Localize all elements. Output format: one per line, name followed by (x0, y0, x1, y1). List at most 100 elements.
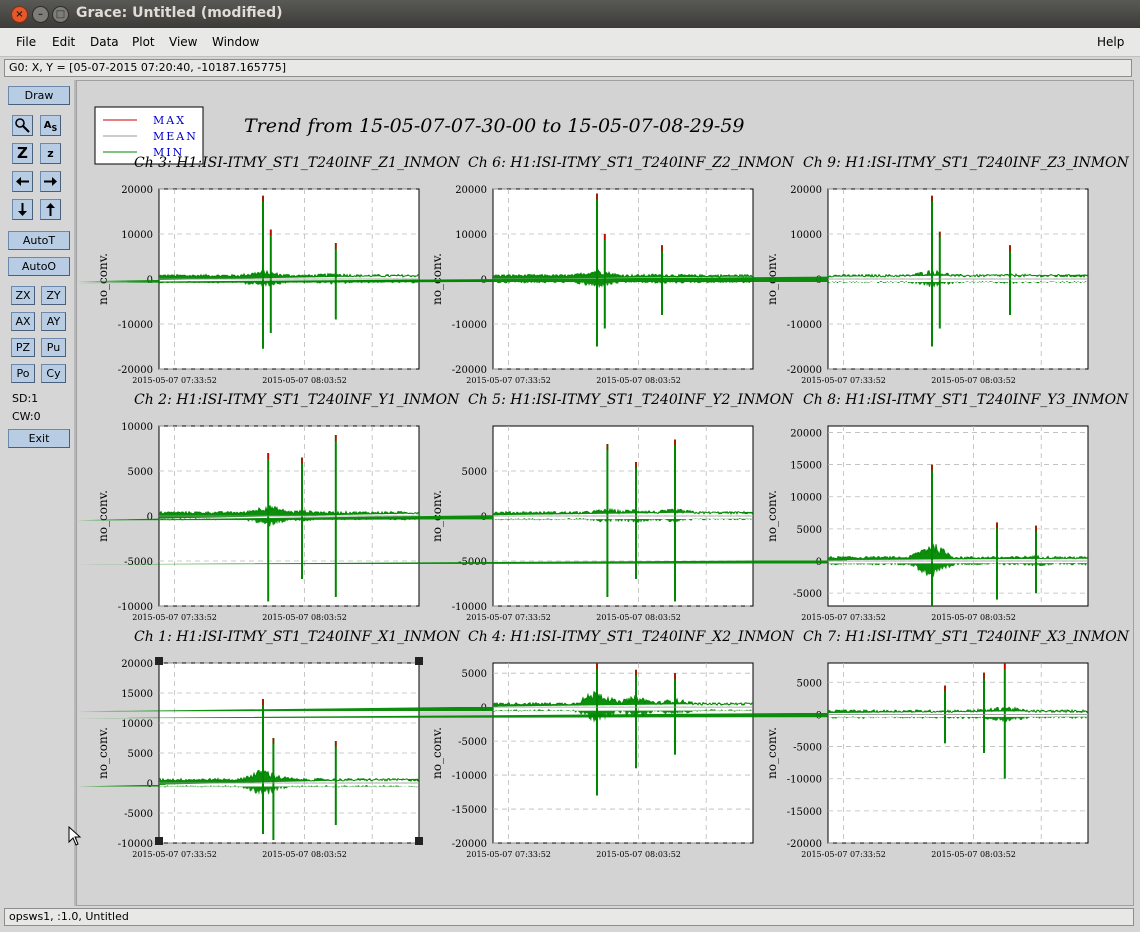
y-tick-label: -20000 (452, 839, 487, 850)
y-tick-label: 10000 (790, 493, 822, 504)
x-tick-label: 2015-05-07 08:03:52 (931, 613, 1016, 622)
zoom-out-icon[interactable]: z (40, 143, 61, 164)
plot-canvas[interactable]: MAX MEAN MIN Trend from 15-05-07-07-30-0… (76, 80, 1134, 906)
y-axis-label: no_conv. (765, 490, 779, 542)
po-button[interactable]: Po (11, 364, 35, 383)
x-tick-label: 2015-05-07 08:03:52 (596, 376, 681, 385)
graph-panel[interactable]: Ch 1: H1:ISI-ITMY_ST1_T240INF_X1_INMON -1… (77, 629, 461, 859)
y-tick-label: -20000 (452, 365, 487, 376)
graph-area[interactable]: MAX MEAN MIN Trend from 15-05-07-07-30-0… (77, 81, 1133, 905)
zy-button[interactable]: ZY (41, 286, 66, 305)
y-axis-label: no_conv. (765, 727, 779, 779)
ax-button[interactable]: AX (11, 312, 35, 331)
y-tick-label: 20000 (121, 185, 153, 196)
graph-frame (827, 425, 1089, 607)
status-bar: opsws1, :1.0, Untitled (4, 908, 1134, 926)
maximize-window-button[interactable]: □ (52, 6, 69, 23)
graph-title: Ch 3: H1:ISI-ITMY_ST1_T240INF_Z1_INMON (134, 155, 461, 171)
y-tick-label: 5000 (797, 678, 822, 689)
graph-title: Ch 9: H1:ISI-ITMY_ST1_T240INF_Z3_INMON (803, 155, 1130, 171)
draw-button[interactable]: Draw (8, 86, 70, 105)
y-tick-label: 10000 (790, 230, 822, 241)
mouse-cursor-icon (68, 826, 82, 846)
y-axis-label: no_conv. (96, 490, 110, 542)
y-tick-label: -20000 (787, 839, 822, 850)
y-tick-label: -10000 (118, 320, 153, 331)
y-tick-label: 20000 (790, 185, 822, 196)
menu-file[interactable]: File (16, 35, 36, 49)
y-tick-label: 10000 (121, 422, 153, 433)
x-tick-label: 2015-05-07 08:03:52 (262, 850, 347, 859)
y-tick-label: -10000 (118, 602, 153, 613)
menu-window[interactable]: Window (212, 35, 259, 49)
y-tick-label: -20000 (787, 365, 822, 376)
menu-help[interactable]: Help (1097, 35, 1124, 49)
x-tick-label: 2015-05-07 08:03:52 (596, 850, 681, 859)
y-tick-label: -10000 (452, 320, 487, 331)
y-tick-label: 10000 (455, 230, 487, 241)
close-window-button[interactable]: × (11, 6, 28, 23)
pu-button[interactable]: Pu (41, 338, 66, 357)
y-tick-label: 0 (147, 779, 153, 790)
autoscale-text-icon[interactable]: AS (40, 115, 61, 136)
x-tick-label: 2015-05-07 07:33:52 (801, 376, 886, 385)
y-tick-label: 5000 (128, 749, 153, 760)
y-tick-label: -5000 (793, 743, 822, 754)
scroll-up-icon[interactable] (40, 199, 61, 220)
graph-panel[interactable]: Ch 3: H1:ISI-ITMY_ST1_T240INF_Z1_INMON -2… (77, 155, 461, 385)
scroll-left-icon[interactable] (12, 171, 33, 192)
cy-button[interactable]: Cy (41, 364, 66, 383)
y-tick-label: 20000 (121, 659, 153, 670)
y-tick-label: -10000 (118, 839, 153, 850)
x-tick-label: 2015-05-07 08:03:52 (931, 376, 1016, 385)
menu-edit[interactable]: Edit (52, 35, 75, 49)
y-tick-label: -5000 (124, 557, 153, 568)
y-axis-label: no_conv. (430, 727, 444, 779)
zoom-in-icon[interactable]: Z (12, 143, 33, 164)
y-tick-label: 10000 (121, 719, 153, 730)
graph-title: Ch 2: H1:ISI-ITMY_ST1_T240INF_Y1_INMON (134, 392, 460, 408)
graph-title: Ch 1: H1:ISI-ITMY_ST1_T240INF_X1_INMON (134, 629, 461, 645)
y-tick-label: -10000 (452, 602, 487, 613)
zoom-icon[interactable] (12, 115, 33, 136)
y-tick-label: 5000 (128, 467, 153, 478)
y-tick-label: -10000 (787, 775, 822, 786)
y-axis-label: no_conv. (96, 727, 110, 779)
menu-data[interactable]: Data (90, 35, 119, 49)
y-tick-label: 20000 (455, 185, 487, 196)
x-tick-label: 2015-05-07 07:33:52 (132, 376, 217, 385)
menu-bar: File Edit Data Plot View Window Help (0, 28, 1140, 57)
x-tick-label: 2015-05-07 07:33:52 (801, 850, 886, 859)
y-tick-label: -15000 (452, 805, 487, 816)
exit-button[interactable]: Exit (8, 429, 70, 448)
y-tick-label: 20000 (790, 428, 822, 439)
title-bar: × – □ Grace: Untitled (modified) (0, 0, 1140, 28)
autot-button[interactable]: AutoT (8, 231, 70, 250)
y-tick-label: 15000 (790, 461, 822, 472)
x-tick-label: 2015-05-07 08:03:52 (931, 850, 1016, 859)
x-tick-label: 2015-05-07 07:33:52 (466, 850, 551, 859)
y-tick-label: 5000 (462, 467, 487, 478)
ay-button[interactable]: AY (41, 312, 66, 331)
y-tick-label: 5000 (797, 525, 822, 536)
pz-button[interactable]: PZ (11, 338, 35, 357)
menu-plot[interactable]: Plot (132, 35, 155, 49)
y-tick-label: -10000 (787, 320, 822, 331)
y-tick-label: 15000 (121, 689, 153, 700)
y-tick-label: 0 (147, 512, 153, 523)
minimize-window-button[interactable]: – (32, 6, 49, 23)
scroll-down-icon[interactable] (12, 199, 33, 220)
menu-view[interactable]: View (169, 35, 197, 49)
autoo-button[interactable]: AutoO (8, 257, 70, 276)
x-tick-label: 2015-05-07 08:03:52 (262, 376, 347, 385)
zx-button[interactable]: ZX (11, 286, 35, 305)
x-tick-label: 2015-05-07 07:33:52 (466, 376, 551, 385)
y-tick-label: 10000 (121, 230, 153, 241)
y-axis-label: no_conv. (96, 253, 110, 305)
scroll-right-icon[interactable] (40, 171, 61, 192)
y-tick-label: -10000 (452, 771, 487, 782)
y-tick-label: -15000 (787, 807, 822, 818)
legend-max-label: MAX (153, 114, 186, 127)
graph-panel[interactable]: Ch 2: H1:ISI-ITMY_ST1_T240INF_Y1_INMON -1… (77, 392, 460, 622)
graph-frame (827, 662, 1089, 844)
